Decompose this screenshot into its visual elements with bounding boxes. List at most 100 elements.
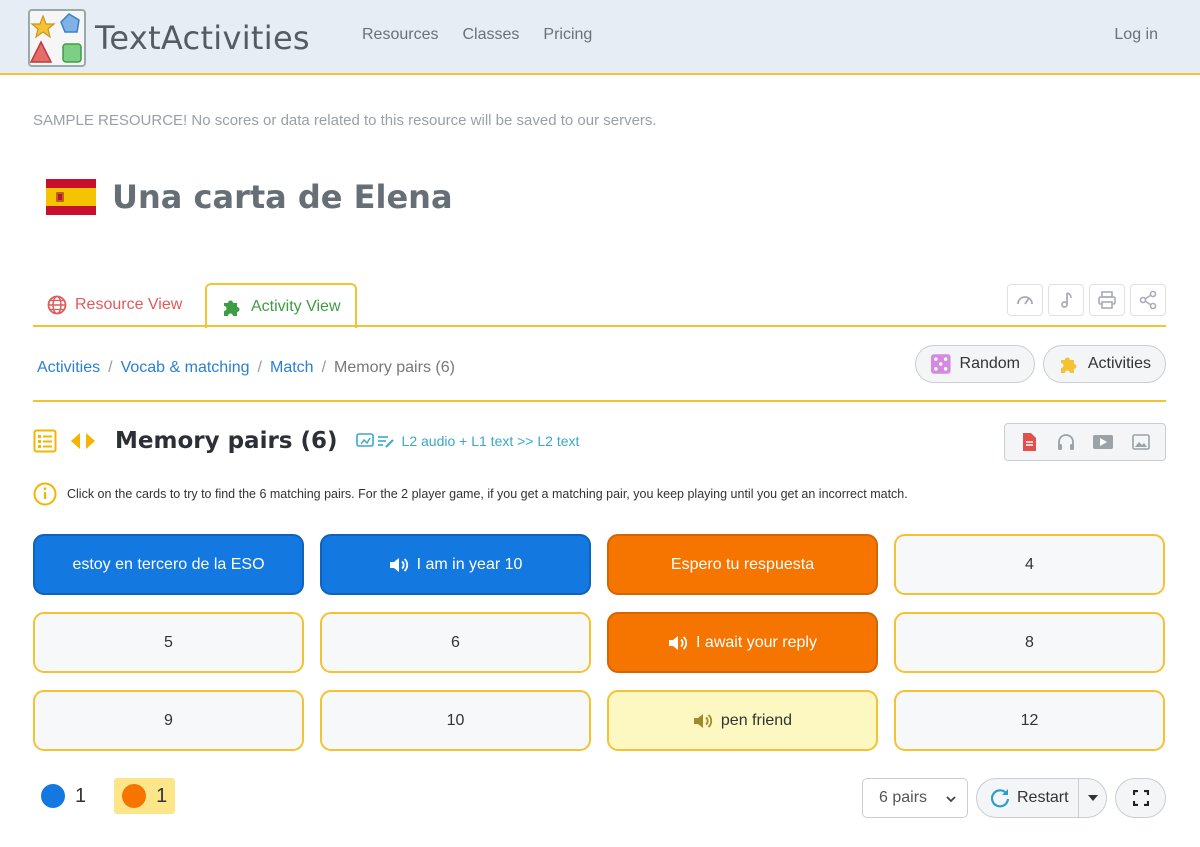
speaker-icon-wrap (693, 712, 713, 730)
memory-card-text: 6 (451, 633, 460, 651)
video-icon[interactable] (1092, 432, 1114, 452)
restart-button[interactable]: Restart (977, 779, 1079, 817)
restart-options-toggle[interactable] (1079, 779, 1106, 817)
caret-down-icon (1087, 795, 1098, 801)
fullscreen-icon (1132, 790, 1149, 806)
music-note-icon (1061, 292, 1072, 308)
info-icon (33, 482, 57, 506)
fullscreen-button[interactable] (1115, 778, 1166, 818)
memory-card[interactable]: 9 (33, 690, 304, 751)
activity-title: Memory pairs (6) (115, 428, 338, 454)
memory-card-text: 8 (1025, 633, 1034, 651)
restart-label: Restart (1017, 789, 1069, 806)
restart-icon (990, 789, 1010, 808)
list-icon[interactable] (33, 429, 57, 453)
pairs-select[interactable]: 6 pairs (862, 778, 968, 818)
memory-card[interactable]: Espero tu respuesta (607, 534, 878, 595)
speaker-icon-wrap (668, 634, 688, 652)
tab-activity-view[interactable]: Activity View (205, 283, 357, 328)
memory-card[interactable]: pen friend (607, 690, 878, 751)
player-1-score: 1 (33, 778, 94, 814)
login-link[interactable]: Log in (1114, 26, 1158, 44)
puzzle-icon (1060, 357, 1077, 373)
instructions: Click on the cards to try to find the 6 … (33, 482, 908, 506)
tab-resource-label: Resource View (75, 296, 183, 313)
tab-resource-view[interactable]: Resource View (47, 283, 182, 327)
memory-card[interactable]: 10 (320, 690, 591, 751)
random-label: Random (959, 355, 1020, 372)
activities-label: Activities (1087, 355, 1151, 372)
tabs-divider (33, 325, 1166, 327)
speaker-icon (693, 713, 713, 728)
printer-icon (1098, 291, 1116, 309)
speedometer-button[interactable] (1007, 284, 1043, 316)
speaker-icon (669, 635, 688, 650)
chevron-down-icon (946, 796, 956, 803)
activity-mode-label: L2 audio + L1 text >> L2 text (401, 433, 580, 449)
memory-card-text: 12 (1020, 711, 1039, 729)
brand-name: TextActivities (95, 19, 310, 57)
memory-card-text: 10 (446, 711, 465, 729)
speedometer-icon (1017, 296, 1033, 305)
dice-icon (930, 354, 951, 374)
spain-flag-icon (46, 179, 96, 215)
audio-text-mode-icon (355, 433, 394, 448)
print-button[interactable] (1089, 284, 1125, 316)
memory-card[interactable]: 4 (894, 534, 1165, 595)
memory-card-text: I am in year 10 (416, 555, 523, 573)
music-button[interactable] (1048, 284, 1084, 316)
document-icon[interactable] (1019, 432, 1039, 452)
breadcrumb-separator: / (321, 359, 327, 376)
player-1-dot (41, 784, 65, 808)
player-2-score-value: 1 (156, 784, 168, 807)
random-button[interactable]: Random (915, 345, 1035, 383)
sample-notice: SAMPLE RESOURCE! No scores or data relat… (33, 112, 657, 129)
memory-card-text: 4 (1025, 555, 1034, 573)
memory-card-text: 9 (164, 711, 173, 729)
memory-card[interactable]: 5 (33, 612, 304, 673)
speaker-icon-wrap (389, 556, 409, 574)
logo-icon (27, 8, 87, 68)
top-navbar: TextActivities Resources Classes Pricing… (0, 0, 1200, 75)
breadcrumb: Activities / Vocab & matching / Match / … (37, 359, 455, 377)
share-button[interactable] (1130, 284, 1166, 316)
memory-card[interactable]: I am in year 10 (320, 534, 591, 595)
nav-link-pricing[interactable]: Pricing (543, 26, 592, 44)
breadcrumb-separator: / (108, 359, 113, 376)
player-2-score: 1 (114, 778, 176, 814)
breadcrumb-current: Memory pairs (6) (334, 359, 455, 376)
restart-button-group: Restart (976, 778, 1107, 818)
image-icon[interactable] (1131, 432, 1151, 452)
memory-card-text: Espero tu respuesta (670, 555, 815, 573)
memory-card[interactable]: 8 (894, 612, 1165, 673)
brand[interactable]: TextActivities (27, 8, 310, 68)
memory-card[interactable]: 12 (894, 690, 1165, 751)
memory-card[interactable]: estoy en tercero de la ESO (33, 534, 304, 595)
card-grid: estoy en tercero de la ESO I am in year … (33, 534, 1166, 751)
nav-link-classes[interactable]: Classes (462, 26, 519, 44)
activity-mode: L2 audio + L1 text >> L2 text (355, 432, 580, 450)
nav-link-resources[interactable]: Resources (362, 26, 438, 44)
page-title: Una carta de Elena (112, 178, 453, 216)
breadcrumb-vocab-matching[interactable]: Vocab & matching (121, 359, 250, 377)
player-2-dot (122, 784, 147, 808)
memory-card[interactable]: I await your reply (607, 612, 878, 673)
section-divider (33, 400, 1166, 402)
share-icon (1139, 290, 1157, 310)
globe-icon (47, 295, 67, 315)
media-toggle-group (1004, 423, 1166, 461)
breadcrumb-activities[interactable]: Activities (37, 359, 100, 377)
pairs-select-value: 6 pairs (879, 789, 928, 806)
speaker-icon (389, 557, 408, 572)
memory-card[interactable]: 6 (320, 612, 591, 673)
player-scores: 1 1 (33, 778, 176, 814)
memory-card-text: pen friend (720, 711, 793, 729)
puzzle-icon (224, 300, 240, 316)
activities-button[interactable]: Activities (1043, 345, 1166, 383)
breadcrumb-match[interactable]: Match (270, 359, 314, 377)
tab-activity-label: Activity View (251, 297, 341, 315)
memory-card-text: 5 (164, 633, 173, 651)
memory-card-text: I await your reply (696, 633, 817, 651)
headphones-icon[interactable] (1056, 432, 1076, 452)
player-1-score-value: 1 (75, 784, 87, 807)
